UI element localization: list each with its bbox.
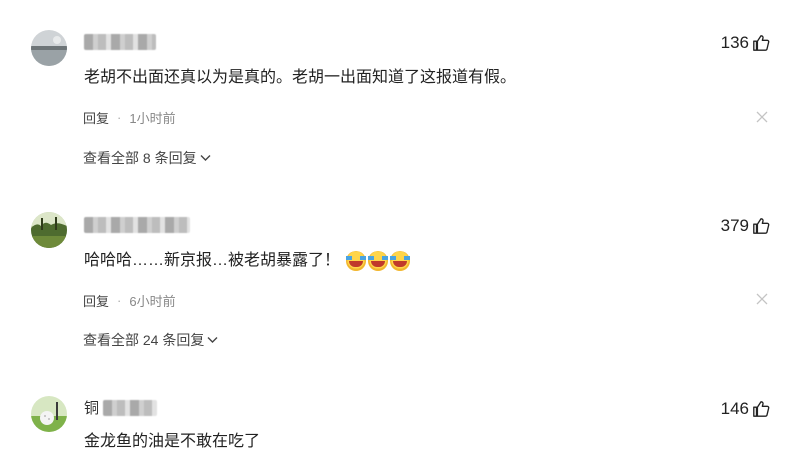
reply-button[interactable]: 回复: [83, 108, 109, 127]
avatar-image: [31, 212, 67, 248]
like-button[interactable]: 136: [721, 33, 770, 53]
thumbs-up-icon: [753, 35, 770, 51]
thumbs-up-icon: [753, 218, 770, 234]
username[interactable]: 铜: [84, 400, 99, 418]
laughing-emoji-icon: [390, 251, 411, 271]
view-all-replies-button[interactable]: 查看全部 24 条回复: [83, 330, 218, 350]
laughing-emoji-icon: [368, 251, 389, 271]
thumbs-up-icon: [753, 401, 770, 417]
separator-dot: ·: [117, 110, 122, 125]
view-all-replies-label: 查看全部 8 条回复: [83, 150, 197, 166]
timestamp: 1小时前: [129, 111, 176, 126]
close-icon[interactable]: [756, 111, 768, 123]
like-button[interactable]: 379: [721, 216, 770, 236]
reply-button[interactable]: 回复: [83, 291, 109, 310]
close-icon[interactable]: [756, 293, 768, 305]
comment-meta: 回复 · 6小时前: [83, 291, 176, 310]
avatar[interactable]: [31, 212, 67, 248]
chevron-down-icon: [207, 337, 218, 343]
like-count: 379: [720, 216, 749, 235]
username-visible: 铜: [84, 400, 100, 417]
comment-meta: 回复 · 1小时前: [83, 108, 176, 127]
like-count: 136: [720, 33, 749, 52]
avatar[interactable]: [31, 396, 67, 432]
avatar-image: [31, 396, 67, 432]
username-blurred[interactable]: [84, 217, 190, 233]
comment-text-row: 哈哈哈……新京报…被老胡暴露了！: [84, 250, 411, 272]
avatar[interactable]: [31, 30, 67, 66]
chevron-down-icon: [200, 155, 211, 161]
timestamp: 6小时前: [129, 294, 176, 309]
comment-text: 老胡不出面还真以为是真的。老胡一出面知道了这报道有假。: [84, 69, 517, 86]
comment-text: 金龙鱼的油是不敢在吃了: [84, 433, 261, 450]
comment-text: 哈哈哈……新京报…被老胡暴露了！: [84, 252, 341, 269]
view-all-replies-button[interactable]: 查看全部 8 条回复: [83, 148, 211, 168]
laughing-emoji-icon: [346, 251, 367, 271]
like-button[interactable]: 146: [721, 399, 770, 419]
username-blurred: [103, 400, 157, 416]
username-blurred[interactable]: [84, 34, 156, 50]
separator-dot: ·: [117, 293, 122, 308]
avatar-image: [31, 30, 67, 66]
like-count: 146: [720, 399, 749, 418]
view-all-replies-label: 查看全部 24 条回复: [83, 332, 205, 348]
